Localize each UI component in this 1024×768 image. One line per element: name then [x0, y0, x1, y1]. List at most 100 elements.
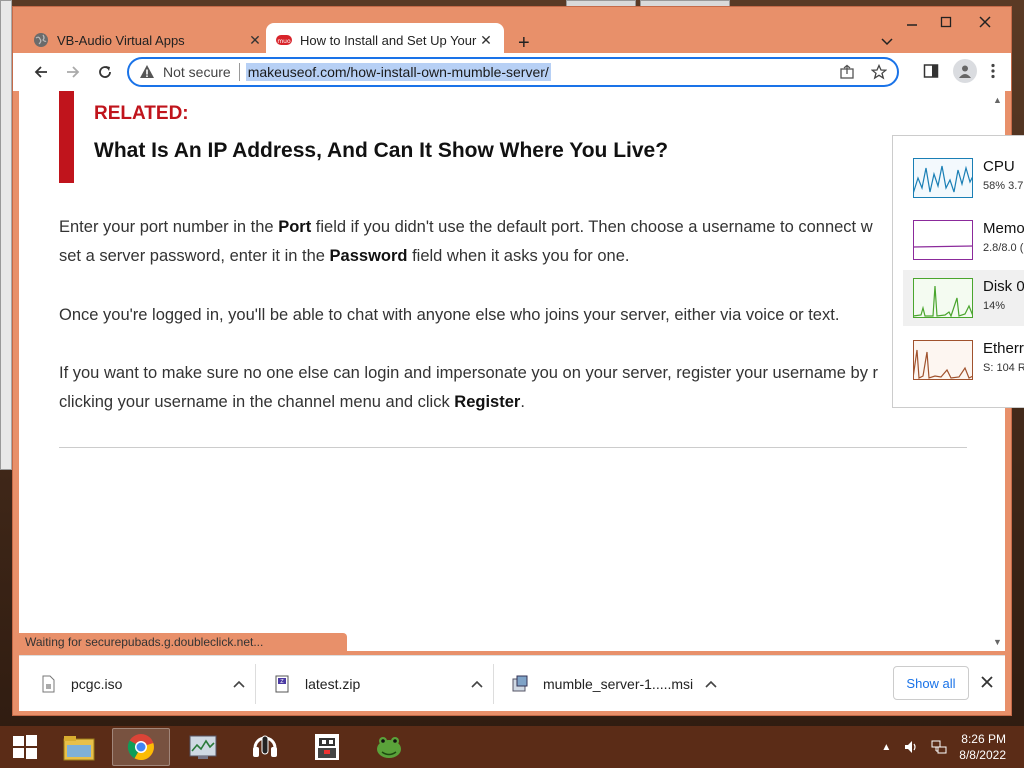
profile-avatar[interactable] [953, 59, 977, 83]
zip-archive-icon: Z [275, 675, 289, 693]
show-hidden-icons-chevron-icon[interactable]: ▲ [881, 742, 891, 753]
url-text[interactable]: makeuseof.com/how-install-own-mumble-ser… [245, 63, 551, 81]
perf-name: Memo [983, 220, 1024, 237]
divider [238, 63, 240, 81]
taskbar-file-explorer[interactable] [50, 728, 108, 766]
address-bar[interactable]: Not secure makeuseof.com/how-install-own… [127, 57, 899, 87]
share-icon[interactable] [839, 64, 855, 80]
tab-vb-audio[interactable]: VB-Audio Virtual Apps ✕ [23, 23, 273, 57]
forward-button[interactable] [57, 56, 89, 88]
perf-value: 58% 3.7 [983, 180, 1024, 192]
related-headline-link[interactable]: What Is An IP Address, And Can It Show W… [94, 139, 668, 163]
file-icon [42, 675, 55, 693]
taskbar-pixel-app[interactable] [298, 728, 356, 766]
taskbar-task-manager[interactable] [174, 728, 232, 766]
related-callout: RELATED: What Is An IP Address, And Can … [59, 91, 959, 183]
tab-close-icon[interactable]: ✕ [478, 32, 494, 49]
clock-date: 8/8/2022 [959, 748, 1006, 762]
tab-makeuseof[interactable]: muo How to Install and Set Up Your O ✕ [266, 23, 504, 57]
download-shelf: pcgc.iso Z latest.zip mumble_server-1...… [19, 655, 1005, 711]
paragraph-register: If you want to make sure no one else can… [59, 364, 879, 411]
folder-icon [63, 736, 95, 761]
forward-arrow-icon [67, 66, 80, 78]
taskbar-chrome[interactable] [112, 728, 170, 766]
back-button[interactable] [25, 56, 57, 88]
installer-package-icon [512, 675, 528, 692]
perf-item-memory[interactable]: Memo 2.8/8.0 ( [903, 212, 1024, 268]
kebab-menu-icon[interactable] [991, 63, 995, 79]
status-bubble: Waiting for securepubads.g.doubleclick.n… [19, 633, 347, 653]
perf-name: Etherr [983, 340, 1024, 357]
side-panel-icon[interactable] [923, 63, 939, 79]
windows-logo-icon [13, 735, 37, 759]
svg-text:muo: muo [277, 38, 291, 45]
back-arrow-icon [34, 66, 47, 78]
tab-close-icon[interactable]: ✕ [247, 32, 263, 49]
security-label[interactable]: Not secure [163, 64, 231, 80]
perf-value: 14% [983, 300, 1006, 312]
taskbar-frog-app[interactable] [360, 728, 418, 766]
paragraph-logged-in: Once you're logged in, you'll be able to… [59, 306, 840, 324]
taskbar: ▲ 8:26 PM 8/8/2022 [0, 726, 1024, 768]
tab-title: How to Install and Set Up Your O [300, 32, 478, 48]
download-filename: pcgc.iso [71, 676, 123, 692]
tab-strip: VB-Audio Virtual Apps ✕ muo How to Insta… [13, 17, 1011, 57]
background-window[interactable] [0, 0, 12, 470]
memory-graph [913, 220, 973, 260]
related-label: RELATED: [94, 103, 189, 124]
download-filename: mumble_server-1.....msi [543, 676, 694, 692]
start-button[interactable] [0, 726, 50, 768]
pixel-character-icon [315, 734, 339, 760]
disk-graph [913, 278, 973, 318]
task-manager-icon [189, 735, 217, 759]
taskbar-mumble[interactable] [236, 728, 294, 766]
tab-search-chevron-icon[interactable] [881, 35, 893, 49]
makeuseof-favicon-icon: muo [276, 35, 292, 45]
clock[interactable]: 8:26 PM 8/8/2022 [959, 731, 1006, 763]
scroll-up-icon[interactable]: ▲ [993, 95, 1002, 105]
close-shelf-icon[interactable] [981, 672, 993, 693]
chrome-icon [127, 734, 154, 761]
chevron-up-icon[interactable] [471, 677, 483, 691]
toolbar-right [923, 59, 995, 83]
perf-name: Disk 0 [983, 278, 1024, 295]
horizontal-divider [59, 447, 967, 448]
divider [255, 664, 256, 704]
chevron-up-icon[interactable] [705, 677, 717, 691]
download-item[interactable]: Z latest.zip [273, 668, 483, 700]
perf-value: S: 104 R [983, 362, 1024, 374]
task-manager-performance-panel: CPU 58% 3.7 Memo 2.8/8.0 ( Disk 0 14% Et… [892, 135, 1024, 408]
perf-name: CPU [983, 158, 1015, 175]
frog-icon [377, 737, 401, 758]
reload-icon [99, 66, 111, 78]
perf-item-cpu[interactable]: CPU 58% 3.7 [903, 150, 1024, 206]
cpu-graph [913, 158, 973, 198]
tab-title: VB-Audio Virtual Apps [57, 32, 185, 48]
scroll-down-icon[interactable]: ▼ [993, 637, 1002, 647]
download-item[interactable]: mumble_server-1.....msi [511, 668, 717, 700]
related-accent-bar [59, 91, 74, 183]
download-filename: latest.zip [305, 676, 361, 692]
perf-item-disk[interactable]: Disk 0 14% [903, 270, 1024, 326]
browser-window: VB-Audio Virtual Apps ✕ muo How to Insta… [12, 6, 1012, 716]
page-viewport[interactable]: RELATED: What Is An IP Address, And Can … [19, 91, 1005, 651]
person-icon [959, 65, 971, 78]
show-all-downloads-button[interactable]: Show all [893, 666, 969, 700]
warning-icon[interactable] [139, 64, 155, 80]
bookmark-star-icon[interactable] [871, 64, 887, 80]
clock-time: 8:26 PM [961, 732, 1006, 746]
new-tab-button[interactable]: + [518, 32, 530, 55]
svg-text:Z: Z [280, 679, 284, 685]
globe-icon [34, 33, 48, 47]
perf-item-ethernet[interactable]: Etherr S: 104 R [903, 332, 1024, 388]
mumble-headset-icon [253, 735, 277, 757]
reload-button[interactable] [89, 56, 121, 88]
chevron-up-icon[interactable] [233, 677, 245, 691]
perf-value: 2.8/8.0 ( [983, 242, 1024, 254]
divider [493, 664, 494, 704]
system-tray: ▲ 8:26 PM 8/8/2022 [881, 726, 1006, 768]
network-icon[interactable] [931, 739, 947, 755]
ethernet-graph [913, 340, 973, 380]
download-item[interactable]: pcgc.iso [39, 668, 245, 700]
speaker-icon[interactable] [903, 739, 919, 755]
